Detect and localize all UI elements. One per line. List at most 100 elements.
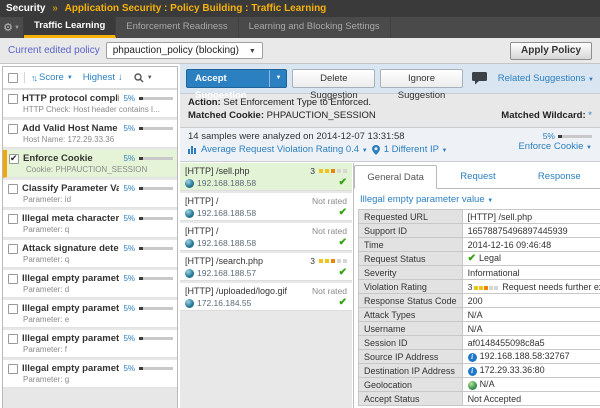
field-value: 16578875496897445939 <box>462 224 600 238</box>
rating-square <box>343 169 347 173</box>
accept-dropdown-caret[interactable]: ▼ <box>269 70 286 87</box>
sample-item[interactable]: [HTTP] / Not rated 192.168.188.58 ✔ <box>180 223 352 251</box>
tab-enforcement-readiness[interactable]: Enforcement Readiness <box>116 17 238 38</box>
suggestion-item[interactable]: Enforce Cookie 5% Cookie: PHPAUCTION_SES… <box>3 150 177 178</box>
suggestion-item[interactable]: Classify Parameter Value T... 5% Paramet… <box>3 180 177 208</box>
suggestion-item[interactable]: Illegal empty parameter val... 5% Parame… <box>3 300 177 328</box>
suggestion-subtitle: Parameter: g <box>23 375 173 384</box>
tab-learning-blocking-settings[interactable]: Learning and Blocking Settings <box>239 17 391 38</box>
field-label: Severity <box>359 266 463 280</box>
sample-item[interactable]: [HTTP] /uploaded/logo.gif Not rated 172.… <box>180 283 352 311</box>
request-detail-panel: General Data Request Response Illegal em… <box>353 163 600 408</box>
suggestion-item[interactable]: Attack signature detected 5% Parameter: … <box>3 240 177 268</box>
suggestion-subtitle: Cookie: PHPAUCTION_SESSION <box>26 165 173 174</box>
apply-policy-button[interactable]: Apply Policy <box>510 42 592 60</box>
comment-icon[interactable] <box>472 72 488 85</box>
settings-gear-button[interactable]: ⚙▼ <box>0 17 24 38</box>
rating-square <box>325 259 329 263</box>
violation-selector-label: Illegal empty parameter value <box>360 194 485 205</box>
accept-suggestion-label: Accept Suggestion <box>187 70 269 87</box>
tab-traffic-learning[interactable]: Traffic Learning <box>24 17 116 38</box>
sample-item[interactable]: [HTTP] /sell.php 3 192.168.188.58 ✔ <box>180 163 352 191</box>
suggestion-title: Illegal empty parameter value <box>22 273 119 284</box>
search-icon[interactable] <box>134 73 144 83</box>
field-label: Requested URL <box>359 210 463 224</box>
chevron-down-icon: ▼ <box>14 25 20 31</box>
suggestion-command-area: Accept Suggestion ▼ Delete Suggestion Ig… <box>180 64 600 162</box>
suggestion-score: 5% <box>123 94 135 103</box>
samples-summary: 14 samples were analyzed on 2014-12-07 1… <box>180 128 600 162</box>
sample-rating: Not rated <box>312 196 347 206</box>
suggestion-checkbox[interactable] <box>8 334 18 344</box>
rating-square <box>337 259 341 263</box>
suggestion-item[interactable]: HTTP protocol compliance fa... 5% HTTP C… <box>3 90 177 118</box>
chevron-down-icon: ▼ <box>249 48 256 55</box>
rating-square <box>319 259 323 263</box>
suggestion-title: Attack signature detected <box>22 243 119 254</box>
suggestion-score-bar <box>139 187 173 190</box>
tab-request[interactable]: Request <box>437 165 518 188</box>
suggestion-score: 5% <box>123 334 135 343</box>
suggestion-checkbox[interactable] <box>9 154 19 164</box>
rating-square <box>484 286 488 290</box>
avg-violation-rating-link[interactable]: Average Request Violation Rating 0.4 ▼ <box>201 144 368 155</box>
rating-square <box>474 286 478 290</box>
suggestion-item[interactable]: Illegal empty parameter val... 5% Parame… <box>3 330 177 358</box>
sample-item[interactable]: [HTTP] / Not rated 192.168.188.58 ✔ <box>180 193 352 221</box>
sort-order-button[interactable]: Highest <box>83 72 115 83</box>
suggestion-checkbox[interactable] <box>8 304 18 314</box>
suggestion-title: Classify Parameter Value T... <box>22 183 119 194</box>
related-suggestions-link[interactable]: Related Suggestions ▼ <box>498 73 594 84</box>
suggestion-item[interactable]: Illegal empty parameter val... 5% Parame… <box>3 360 177 388</box>
suggestion-checkbox[interactable] <box>8 124 18 134</box>
tab-general-data[interactable]: General Data <box>354 165 437 189</box>
legal-check-icon: ✔ <box>339 297 347 308</box>
legal-check-icon: ✔ <box>339 237 347 248</box>
entity-score-bar <box>558 135 592 138</box>
suggestion-score: 5% <box>123 364 135 373</box>
suggestion-subtitle: Parameter: id <box>23 195 173 204</box>
select-all-checkbox[interactable] <box>8 73 18 83</box>
rating-square <box>331 259 335 263</box>
sample-item[interactable]: [HTTP] /search.php 3 192.168.188.57 ✔ <box>180 253 352 281</box>
suggestion-checkbox[interactable] <box>8 244 18 254</box>
suggestion-item[interactable]: Add Valid Host Name 5% Host Name: 172.29… <box>3 120 177 148</box>
current-policy-label[interactable]: Current edited policy <box>8 45 100 56</box>
suggestion-item[interactable]: Illegal meta character in va... 5% Param… <box>3 210 177 238</box>
suggestion-checkbox[interactable] <box>8 274 18 284</box>
suggestion-subtitle: Parameter: q <box>23 255 173 264</box>
sort-icon[interactable]: ↑↓ <box>31 73 36 83</box>
suggestion-subtitle: HTTP Check: Host header contains I... <box>23 105 173 114</box>
check-icon: ✔ <box>468 253 476 264</box>
suggestion-score: 5% <box>123 214 135 223</box>
breadcrumb-root[interactable]: Security <box>6 3 45 14</box>
arrow-down-icon: ↓ <box>118 72 123 83</box>
enforce-cookie-link[interactable]: Enforce Cookie ▼ <box>518 141 592 152</box>
rating-square <box>325 169 329 173</box>
policy-select[interactable]: phpauction_policy (blocking)▼ <box>106 42 263 59</box>
suggestion-title: Add Valid Host Name <box>22 123 119 134</box>
matched-wildcard-value: * <box>588 110 592 121</box>
different-ip-link[interactable]: 1 Different IP ▼ <box>384 144 448 155</box>
suggestion-checkbox[interactable] <box>8 364 18 374</box>
suggestion-subtitle: Parameter: q <box>23 225 173 234</box>
suggestion-title: Enforce Cookie <box>23 153 119 164</box>
table-row: Username N/A <box>359 322 600 336</box>
table-row: Response Status Code 200 <box>359 294 600 308</box>
ignore-suggestion-button[interactable]: Ignore Suggestion <box>380 69 462 88</box>
action-summary: Action: Set Enforcement Type to Enforced… <box>180 93 600 128</box>
suggestion-checkbox[interactable] <box>8 184 18 194</box>
sort-score-button[interactable]: Score <box>39 72 64 83</box>
info-icon: i <box>468 367 477 376</box>
chevron-down-icon[interactable]: ▼ <box>147 75 153 81</box>
sample-url: [HTTP] / <box>185 226 219 236</box>
tab-response[interactable]: Response <box>519 165 600 188</box>
violation-selector-link[interactable]: Illegal empty parameter value ▼ <box>354 189 600 208</box>
suggestion-checkbox[interactable] <box>8 94 18 104</box>
suggestion-checkbox[interactable] <box>8 214 18 224</box>
different-ip-label: 1 Different IP <box>384 144 439 155</box>
suggestion-item[interactable]: Illegal empty parameter value 5% Paramet… <box>3 270 177 298</box>
suggestion-score: 5% <box>123 124 135 133</box>
accept-suggestion-button[interactable]: Accept Suggestion ▼ <box>186 69 287 88</box>
delete-suggestion-button[interactable]: Delete Suggestion <box>292 69 375 88</box>
